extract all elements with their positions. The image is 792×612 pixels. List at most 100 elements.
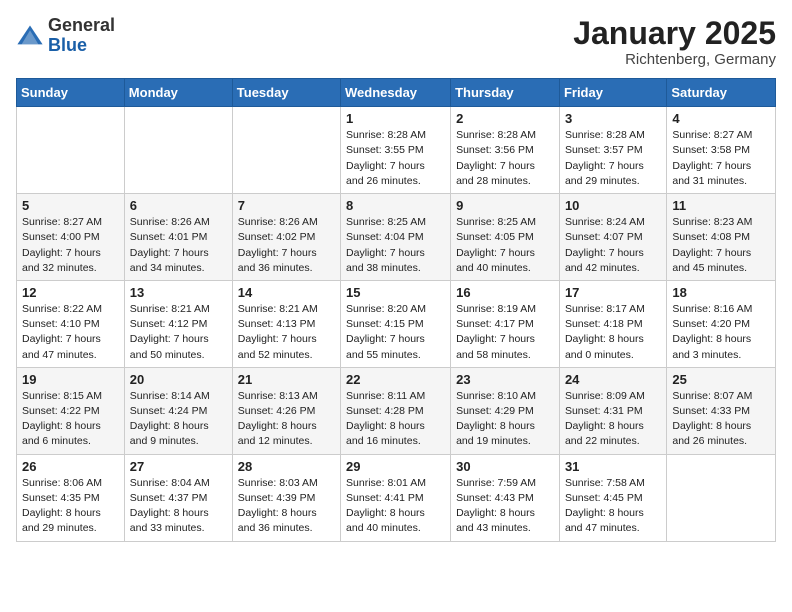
logo-general: General [48, 15, 115, 35]
day-number: 12 [22, 285, 119, 300]
calendar-cell: 30 Sunrise: 7:59 AM Sunset: 4:43 PM Dayli… [451, 454, 560, 541]
day-number: 30 [456, 459, 554, 474]
day-number: 18 [672, 285, 770, 300]
calendar-week-row: 1 Sunrise: 8:28 AM Sunset: 3:55 PM Daylig… [17, 107, 776, 194]
calendar-cell: 7 Sunrise: 8:26 AM Sunset: 4:02 PM Daylig… [232, 194, 340, 281]
calendar-week-row: 19Sunrise: 8:15 AM Sunset: 4:22 PM Dayli… [17, 367, 776, 454]
day-info: Sunrise: 8:07 AM Sunset: 4:33 PM Dayligh… [672, 389, 770, 450]
calendar: SundayMondayTuesdayWednesdayThursdayFrid… [16, 78, 776, 541]
day-number: 17 [565, 285, 661, 300]
calendar-cell: 28Sunrise: 8:03 AM Sunset: 4:39 PM Dayli… [232, 454, 340, 541]
calendar-cell: 2Sunrise: 8:28 AM Sunset: 3:56 PM Daylig… [451, 107, 560, 194]
day-number: 3 [565, 111, 661, 126]
calendar-cell [667, 454, 776, 541]
day-number: 4 [672, 111, 770, 126]
day-number: 25 [672, 372, 770, 387]
calendar-cell: 3 Sunrise: 8:28 AM Sunset: 3:57 PM Daylig… [559, 107, 666, 194]
day-info: Sunrise: 8:20 AM Sunset: 4:15 PM Dayligh… [346, 302, 445, 363]
day-info: Sunrise: 8:15 AM Sunset: 4:22 PM Dayligh… [22, 389, 119, 450]
calendar-cell: 31 Sunrise: 7:58 AM Sunset: 4:45 PM Dayli… [559, 454, 666, 541]
day-info: Sunrise: 8:28 AM Sunset: 3:55 PM Dayligh… [346, 128, 445, 189]
day-number: 27 [130, 459, 227, 474]
day-info: Sunrise: 7:58 AM Sunset: 4:45 PM Dayligh… [565, 476, 661, 537]
day-info: Sunrise: 8:22 AM Sunset: 4:10 PM Dayligh… [22, 302, 119, 363]
calendar-cell: 18 Sunrise: 8:16 AM Sunset: 4:20 PM Dayli… [667, 280, 776, 367]
day-info: Sunrise: 8:21 AM Sunset: 4:13 PM Dayligh… [238, 302, 335, 363]
title-block: January 2025 Richtenberg, Germany [573, 16, 776, 68]
day-number: 22 [346, 372, 445, 387]
calendar-cell [232, 107, 340, 194]
weekday-header: Monday [124, 79, 232, 107]
day-number: 6 [130, 198, 227, 213]
calendar-cell: 12 Sunrise: 8:22 AM Sunset: 4:10 PM Dayli… [17, 280, 125, 367]
calendar-header-row: SundayMondayTuesdayWednesdayThursdayFrid… [17, 79, 776, 107]
calendar-cell: 14 Sunrise: 8:21 AM Sunset: 4:13 PM Dayli… [232, 280, 340, 367]
weekday-header: Thursday [451, 79, 560, 107]
calendar-cell: 16 Sunrise: 8:19 AM Sunset: 4:17 PM Dayli… [451, 280, 560, 367]
calendar-cell: 6 Sunrise: 8:26 AM Sunset: 4:01 PM Daylig… [124, 194, 232, 281]
day-info: Sunrise: 8:01 AM Sunset: 4:41 PM Dayligh… [346, 476, 445, 537]
day-info: Sunrise: 8:13 AM Sunset: 4:26 PM Dayligh… [238, 389, 335, 450]
calendar-cell: 20Sunrise: 8:14 AM Sunset: 4:24 PM Dayli… [124, 367, 232, 454]
calendar-cell: 17 Sunrise: 8:17 AM Sunset: 4:18 PM Dayli… [559, 280, 666, 367]
day-number: 10 [565, 198, 661, 213]
day-info: Sunrise: 8:03 AM Sunset: 4:39 PM Dayligh… [238, 476, 335, 537]
day-number: 8 [346, 198, 445, 213]
day-info: Sunrise: 8:06 AM Sunset: 4:35 PM Dayligh… [22, 476, 119, 537]
calendar-cell: 25 Sunrise: 8:07 AM Sunset: 4:33 PM Dayli… [667, 367, 776, 454]
logo-text: General Blue [48, 16, 115, 56]
day-info: Sunrise: 8:25 AM Sunset: 4:05 PM Dayligh… [456, 215, 554, 276]
day-number: 9 [456, 198, 554, 213]
weekday-header: Friday [559, 79, 666, 107]
logo-blue: Blue [48, 35, 87, 55]
calendar-week-row: 26Sunrise: 8:06 AM Sunset: 4:35 PM Dayli… [17, 454, 776, 541]
day-info: Sunrise: 8:17 AM Sunset: 4:18 PM Dayligh… [565, 302, 661, 363]
calendar-week-row: 5Sunrise: 8:27 AM Sunset: 4:00 PM Daylig… [17, 194, 776, 281]
calendar-cell: 19Sunrise: 8:15 AM Sunset: 4:22 PM Dayli… [17, 367, 125, 454]
calendar-cell: 23Sunrise: 8:10 AM Sunset: 4:29 PM Dayli… [451, 367, 560, 454]
day-info: Sunrise: 8:21 AM Sunset: 4:12 PM Dayligh… [130, 302, 227, 363]
weekday-header: Saturday [667, 79, 776, 107]
weekday-header: Wednesday [341, 79, 451, 107]
calendar-cell: 22 Sunrise: 8:11 AM Sunset: 4:28 PM Dayli… [341, 367, 451, 454]
weekday-header: Tuesday [232, 79, 340, 107]
calendar-cell [124, 107, 232, 194]
day-info: Sunrise: 8:27 AM Sunset: 3:58 PM Dayligh… [672, 128, 770, 189]
location-title: Richtenberg, Germany [573, 51, 776, 68]
calendar-cell: 27Sunrise: 8:04 AM Sunset: 4:37 PM Dayli… [124, 454, 232, 541]
day-info: Sunrise: 8:11 AM Sunset: 4:28 PM Dayligh… [346, 389, 445, 450]
day-number: 24 [565, 372, 661, 387]
calendar-cell: 13Sunrise: 8:21 AM Sunset: 4:12 PM Dayli… [124, 280, 232, 367]
day-info: Sunrise: 8:09 AM Sunset: 4:31 PM Dayligh… [565, 389, 661, 450]
logo-icon [16, 22, 44, 50]
calendar-cell: 10 Sunrise: 8:24 AM Sunset: 4:07 PM Dayli… [559, 194, 666, 281]
day-number: 14 [238, 285, 335, 300]
calendar-cell: 24 Sunrise: 8:09 AM Sunset: 4:31 PM Dayli… [559, 367, 666, 454]
logo: General Blue [16, 16, 115, 56]
day-number: 31 [565, 459, 661, 474]
day-number: 1 [346, 111, 445, 126]
day-info: Sunrise: 8:25 AM Sunset: 4:04 PM Dayligh… [346, 215, 445, 276]
day-info: Sunrise: 8:19 AM Sunset: 4:17 PM Dayligh… [456, 302, 554, 363]
day-info: Sunrise: 8:26 AM Sunset: 4:02 PM Dayligh… [238, 215, 335, 276]
calendar-cell: 15 Sunrise: 8:20 AM Sunset: 4:15 PM Dayli… [341, 280, 451, 367]
day-number: 7 [238, 198, 335, 213]
day-info: Sunrise: 8:28 AM Sunset: 3:57 PM Dayligh… [565, 128, 661, 189]
calendar-cell: 8 Sunrise: 8:25 AM Sunset: 4:04 PM Daylig… [341, 194, 451, 281]
day-number: 16 [456, 285, 554, 300]
day-info: Sunrise: 8:23 AM Sunset: 4:08 PM Dayligh… [672, 215, 770, 276]
day-number: 15 [346, 285, 445, 300]
day-info: Sunrise: 8:24 AM Sunset: 4:07 PM Dayligh… [565, 215, 661, 276]
calendar-cell: 29 Sunrise: 8:01 AM Sunset: 4:41 PM Dayli… [341, 454, 451, 541]
day-info: Sunrise: 7:59 AM Sunset: 4:43 PM Dayligh… [456, 476, 554, 537]
day-info: Sunrise: 8:26 AM Sunset: 4:01 PM Dayligh… [130, 215, 227, 276]
month-title: January 2025 [573, 16, 776, 51]
calendar-cell: 9 Sunrise: 8:25 AM Sunset: 4:05 PM Daylig… [451, 194, 560, 281]
day-info: Sunrise: 8:10 AM Sunset: 4:29 PM Dayligh… [456, 389, 554, 450]
day-info: Sunrise: 8:28 AM Sunset: 3:56 PM Dayligh… [456, 128, 554, 189]
day-number: 21 [238, 372, 335, 387]
calendar-cell [17, 107, 125, 194]
day-info: Sunrise: 8:16 AM Sunset: 4:20 PM Dayligh… [672, 302, 770, 363]
calendar-cell: 11Sunrise: 8:23 AM Sunset: 4:08 PM Dayli… [667, 194, 776, 281]
day-number: 29 [346, 459, 445, 474]
